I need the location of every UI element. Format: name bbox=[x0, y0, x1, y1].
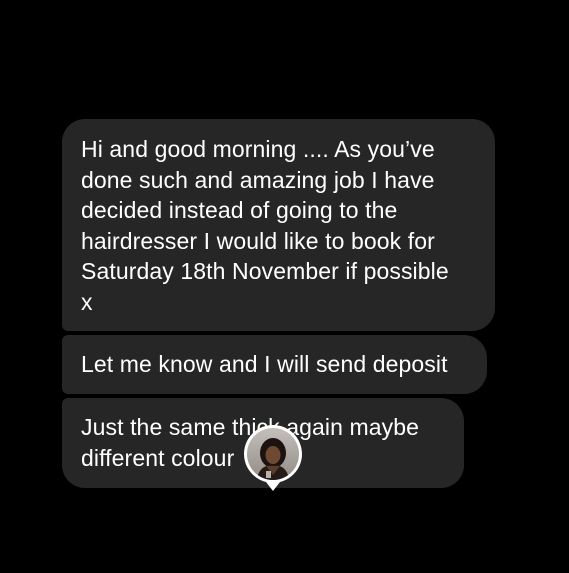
message-bubble-1[interactable]: Hi and good morning .... As you’ve done … bbox=[62, 119, 495, 331]
seen-avatar[interactable] bbox=[242, 423, 304, 493]
message-bubble-2[interactable]: Let me know and I will send deposit bbox=[62, 335, 487, 394]
profile-photo-avatar-icon bbox=[244, 425, 302, 491]
